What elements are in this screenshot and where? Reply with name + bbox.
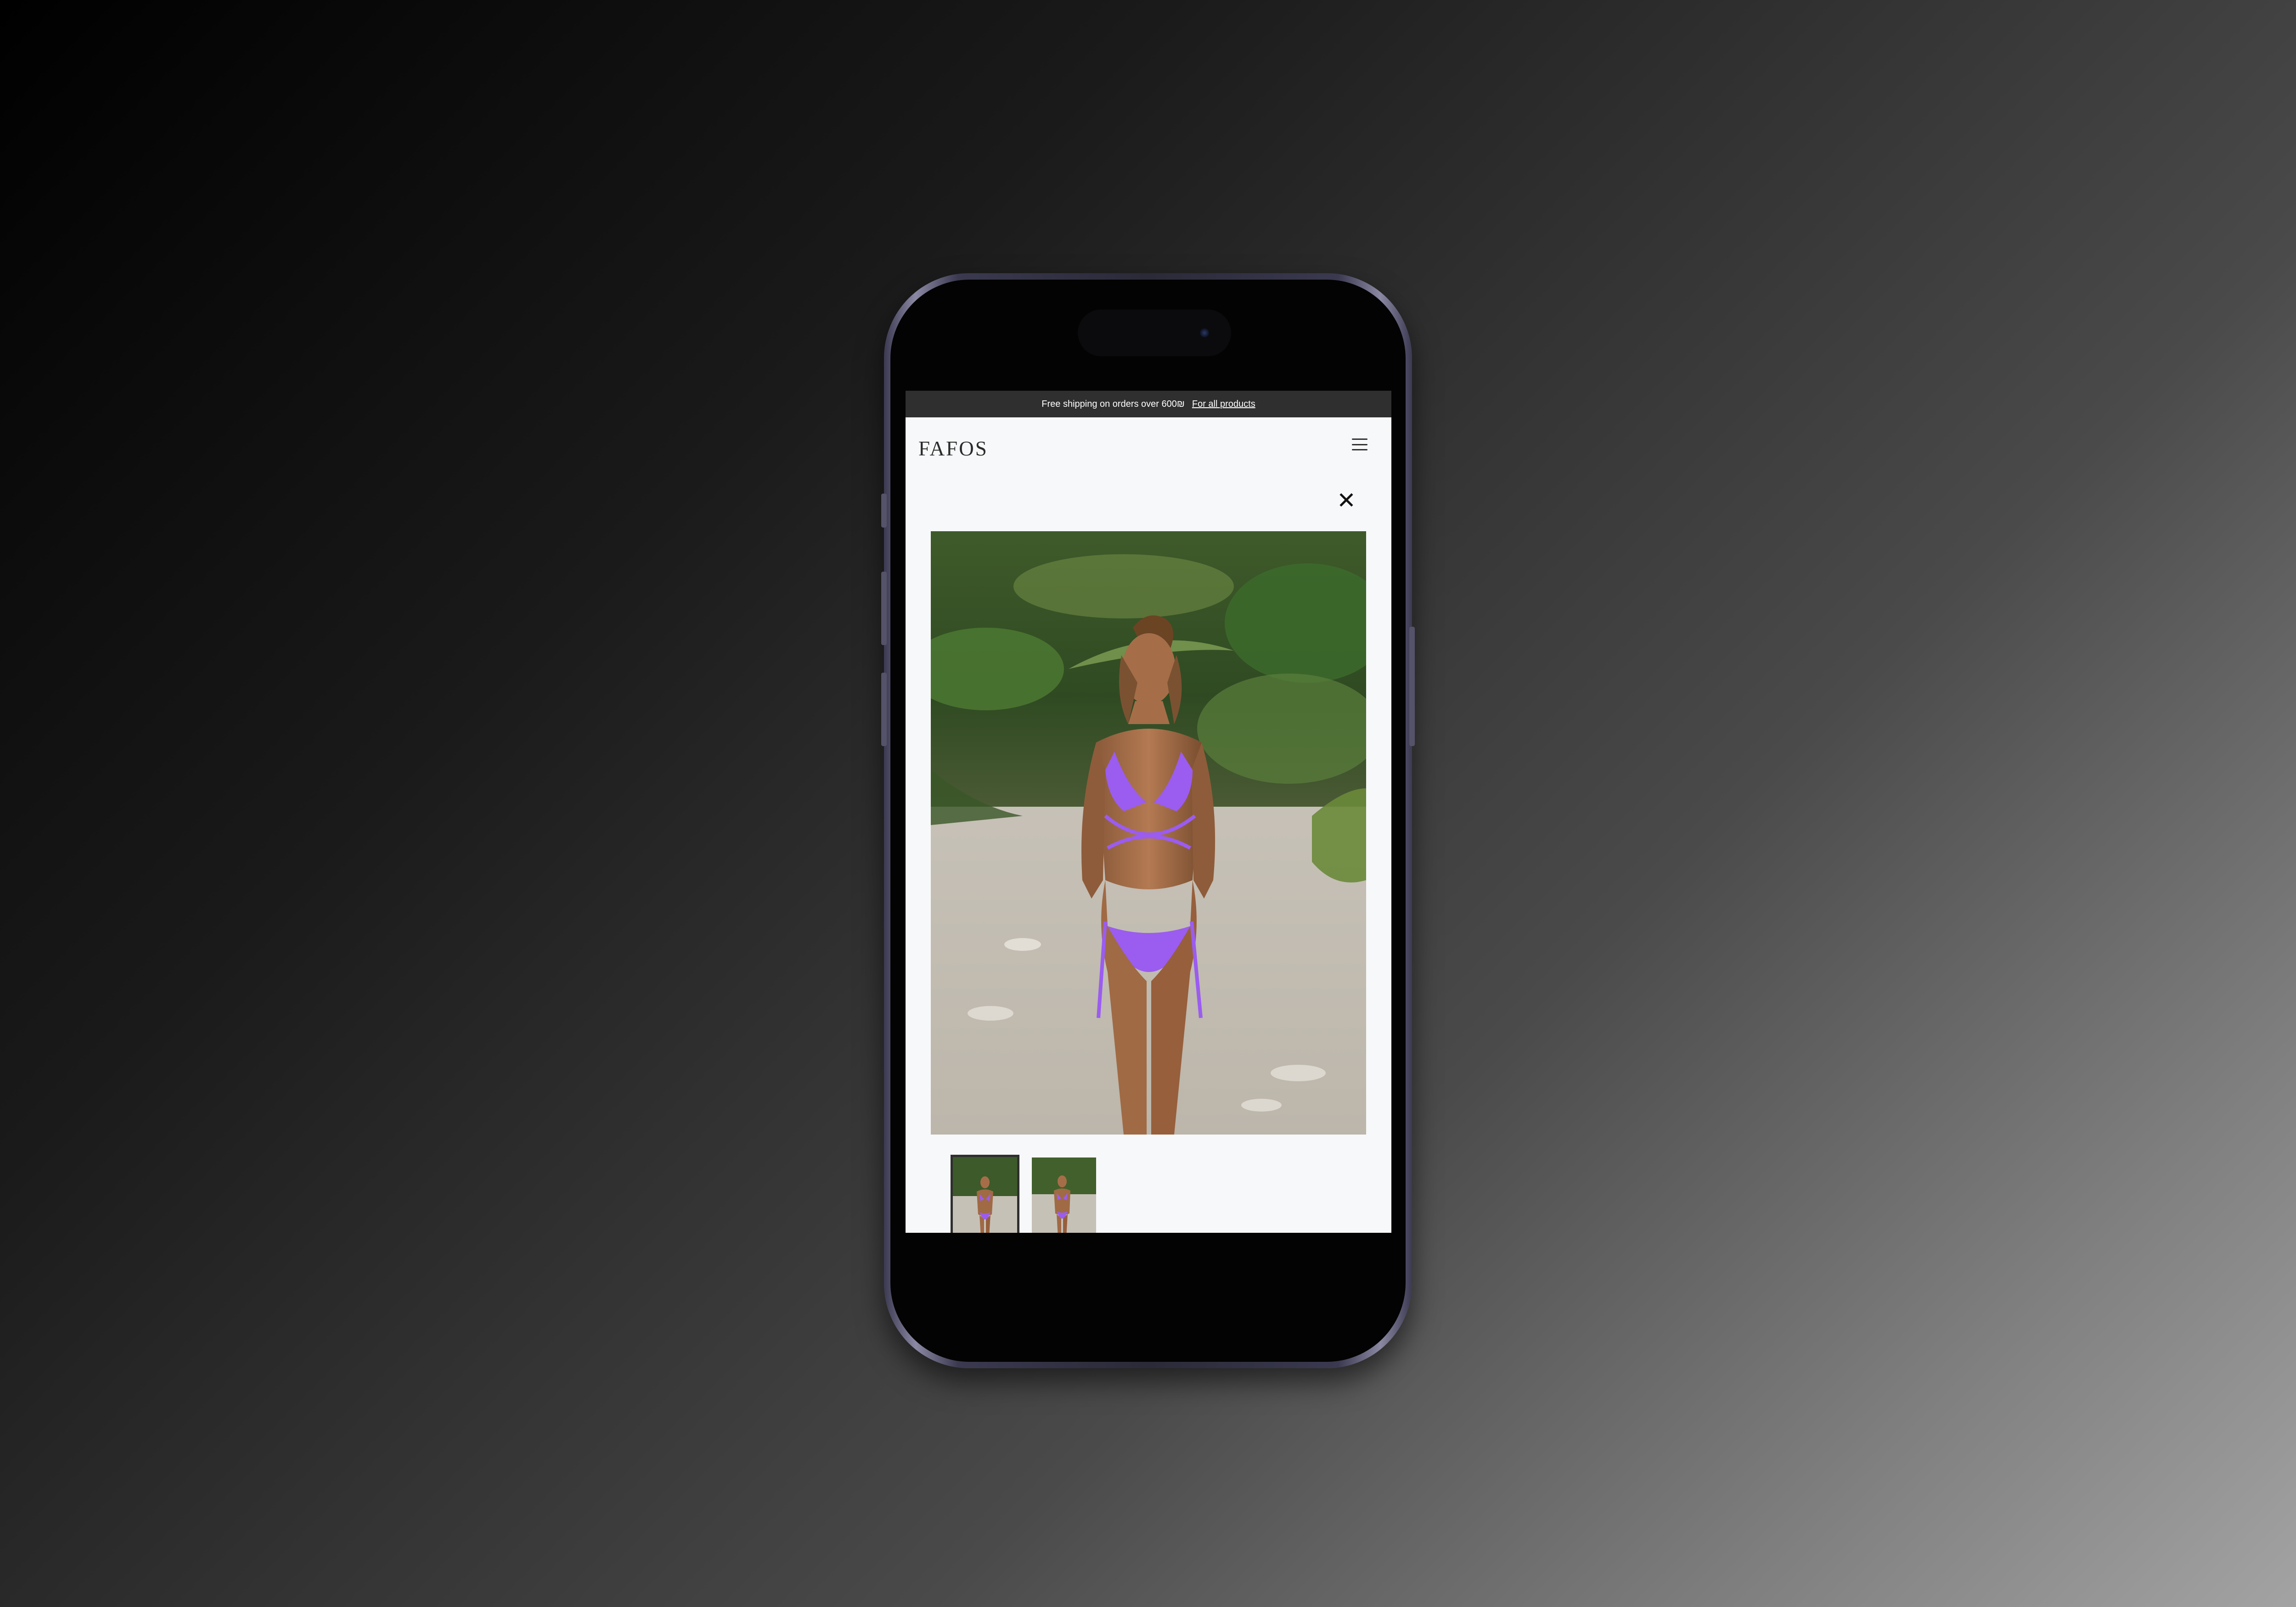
- phone-volume-up-button: [881, 572, 887, 645]
- phone-power-button: [1409, 627, 1415, 746]
- brand-logo[interactable]: FAFOS: [918, 437, 988, 461]
- thumbnail-front-view[interactable]: [951, 1155, 1019, 1233]
- phone-bezel: Free shipping on orders over 600₪ For al…: [890, 280, 1406, 1362]
- site-header: FAFOS: [906, 417, 1391, 468]
- phone-action-button: [881, 494, 887, 528]
- hamburger-menu-icon[interactable]: [1352, 438, 1367, 450]
- announcement-link[interactable]: For all products: [1192, 399, 1255, 410]
- product-main-image[interactable]: [931, 531, 1366, 1135]
- dynamic-island: [1078, 309, 1231, 356]
- thumbnail-alternate-view[interactable]: [1032, 1157, 1096, 1233]
- announcement-bar: Free shipping on orders over 600₪ For al…: [906, 391, 1391, 417]
- close-icon[interactable]: ✕: [1334, 489, 1358, 512]
- announcement-text: Free shipping on orders over 600₪: [1041, 399, 1185, 409]
- phone-volume-down-button: [881, 673, 887, 746]
- phone-screen: Free shipping on orders over 600₪ For al…: [906, 391, 1391, 1233]
- phone-mockup: Free shipping on orders over 600₪ For al…: [881, 273, 1415, 1368]
- front-camera-icon: [1200, 328, 1209, 337]
